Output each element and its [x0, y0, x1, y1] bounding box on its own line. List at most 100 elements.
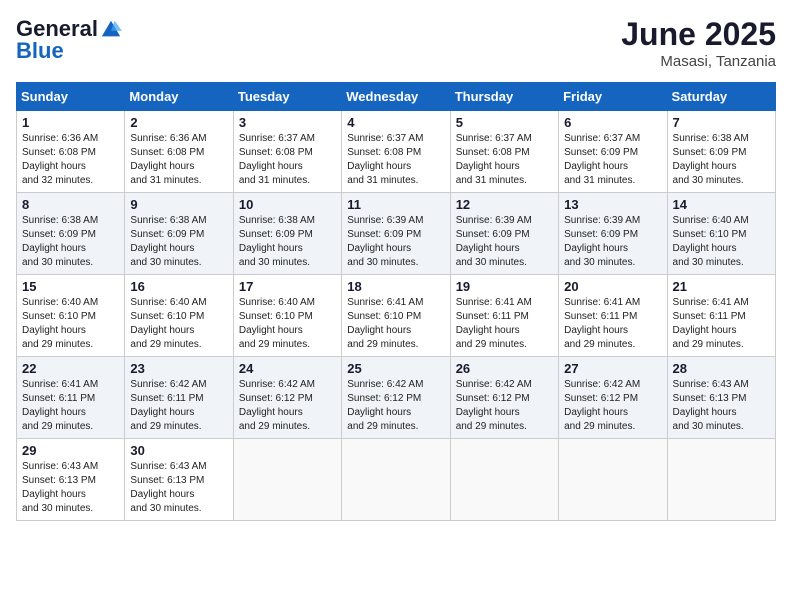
cell-info: Sunrise: 6:43 AMSunset: 6:13 PMDaylight … — [130, 461, 206, 514]
table-row: 24 Sunrise: 6:42 AMSunset: 6:12 PMDayligh… — [233, 357, 341, 439]
location: Masasi, Tanzania — [621, 53, 776, 70]
cell-info: Sunrise: 6:39 AMSunset: 6:09 PMDaylight … — [456, 215, 532, 268]
month-year: June 2025 — [621, 16, 776, 53]
table-row: 2 Sunrise: 6:36 AMSunset: 6:08 PMDaylight… — [125, 111, 233, 193]
cell-info: Sunrise: 6:38 AMSunset: 6:09 PMDaylight … — [130, 215, 206, 268]
col-wednesday: Wednesday — [342, 83, 450, 111]
day-number: 30 — [130, 443, 227, 458]
cell-info: Sunrise: 6:40 AMSunset: 6:10 PMDaylight … — [673, 215, 749, 268]
logo: General Blue — [16, 16, 122, 64]
table-row: 16Sunrise: 6:40 AMSunset: 6:10 PMDayligh… — [125, 275, 233, 357]
cell-info: Sunrise: 6:36 AMSunset: 6:08 PMDaylight … — [130, 133, 206, 186]
cell-info: Sunrise: 6:39 AMSunset: 6:09 PMDaylight … — [564, 215, 640, 268]
calendar-row: 22 Sunrise: 6:41 AMSunset: 6:11 PMDayligh… — [17, 357, 776, 439]
table-row — [342, 439, 450, 521]
day-number: 8 — [22, 197, 119, 212]
day-number: 24 — [239, 361, 336, 376]
table-row: 7 Sunrise: 6:38 AMSunset: 6:09 PMDaylight… — [667, 111, 775, 193]
day-number: 18 — [347, 279, 444, 294]
table-row — [667, 439, 775, 521]
day-number: 10 — [239, 197, 336, 212]
cell-info: Sunrise: 6:37 AMSunset: 6:09 PMDaylight … — [564, 133, 640, 186]
day-number: 1 — [22, 115, 119, 130]
day-number: 28 — [673, 361, 770, 376]
day-number: 14 — [673, 197, 770, 212]
table-row: 21Sunrise: 6:41 AMSunset: 6:11 PMDayligh… — [667, 275, 775, 357]
day-number: 29 — [22, 443, 119, 458]
page-header: General Blue June 2025 Masasi, Tanzania — [16, 16, 776, 70]
cell-info: Sunrise: 6:37 AMSunset: 6:08 PMDaylight … — [239, 133, 315, 186]
day-number: 25 — [347, 361, 444, 376]
day-number: 4 — [347, 115, 444, 130]
table-row: 3 Sunrise: 6:37 AMSunset: 6:08 PMDaylight… — [233, 111, 341, 193]
table-row — [450, 439, 558, 521]
cell-info: Sunrise: 6:43 AMSunset: 6:13 PMDaylight … — [22, 461, 98, 514]
calendar-header-row: Sunday Monday Tuesday Wednesday Thursday… — [17, 83, 776, 111]
col-thursday: Thursday — [450, 83, 558, 111]
table-row: 28 Sunrise: 6:43 AMSunset: 6:13 PMDayligh… — [667, 357, 775, 439]
table-row: 18 Sunrise: 6:41 AMSunset: 6:10 PMDayligh… — [342, 275, 450, 357]
day-number: 9 — [130, 197, 227, 212]
day-number: 13 — [564, 197, 661, 212]
cell-info: Sunrise: 6:42 AMSunset: 6:12 PMDaylight … — [564, 379, 640, 432]
table-row: 9 Sunrise: 6:38 AMSunset: 6:09 PMDaylight… — [125, 193, 233, 275]
calendar-row: 29 Sunrise: 6:43 AMSunset: 6:13 PMDayligh… — [17, 439, 776, 521]
day-number: 15 — [22, 279, 119, 294]
table-row: 14 Sunrise: 6:40 AMSunset: 6:10 PMDayligh… — [667, 193, 775, 275]
calendar-table: Sunday Monday Tuesday Wednesday Thursday… — [16, 82, 776, 521]
calendar-row: 8 Sunrise: 6:38 AMSunset: 6:09 PMDaylight… — [17, 193, 776, 275]
calendar-row: 1 Sunrise: 6:36 AMSunset: 6:08 PMDaylight… — [17, 111, 776, 193]
table-row: 25 Sunrise: 6:42 AMSunset: 6:12 PMDayligh… — [342, 357, 450, 439]
col-monday: Monday — [125, 83, 233, 111]
day-number: 23 — [130, 361, 227, 376]
table-row: 20 Sunrise: 6:41 AMSunset: 6:11 PMDayligh… — [559, 275, 667, 357]
day-number: 7 — [673, 115, 770, 130]
table-row: 17 Sunrise: 6:40 AMSunset: 6:10 PMDayligh… — [233, 275, 341, 357]
table-row: 27 Sunrise: 6:42 AMSunset: 6:12 PMDayligh… — [559, 357, 667, 439]
table-row: 23 Sunrise: 6:42 AMSunset: 6:11 PMDayligh… — [125, 357, 233, 439]
cell-info: Sunrise: 6:38 AMSunset: 6:09 PMDaylight … — [673, 133, 749, 186]
cell-info: Sunrise: 6:36 AMSunset: 6:08 PMDaylight … — [22, 133, 98, 186]
day-number: 27 — [564, 361, 661, 376]
col-saturday: Saturday — [667, 83, 775, 111]
day-number: 17 — [239, 279, 336, 294]
table-row: 11 Sunrise: 6:39 AMSunset: 6:09 PMDayligh… — [342, 193, 450, 275]
table-row: 4 Sunrise: 6:37 AMSunset: 6:08 PMDaylight… — [342, 111, 450, 193]
table-row: 6 Sunrise: 6:37 AMSunset: 6:09 PMDaylight… — [559, 111, 667, 193]
cell-info: Sunrise: 6:41 AMSunset: 6:10 PMDaylight … — [347, 297, 423, 350]
col-sunday: Sunday — [17, 83, 125, 111]
table-row — [233, 439, 341, 521]
col-tuesday: Tuesday — [233, 83, 341, 111]
cell-info: Sunrise: 6:43 AMSunset: 6:13 PMDaylight … — [673, 379, 749, 432]
table-row: 19Sunrise: 6:41 AMSunset: 6:11 PMDayligh… — [450, 275, 558, 357]
cell-info: Sunrise: 6:42 AMSunset: 6:11 PMDaylight … — [130, 379, 206, 432]
day-number: 2 — [130, 115, 227, 130]
table-row: 1 Sunrise: 6:36 AMSunset: 6:08 PMDaylight… — [17, 111, 125, 193]
day-number: 6 — [564, 115, 661, 130]
day-number: 3 — [239, 115, 336, 130]
cell-info: Sunrise: 6:37 AMSunset: 6:08 PMDaylight … — [347, 133, 423, 186]
logo-icon — [100, 18, 122, 40]
table-row: 13 Sunrise: 6:39 AMSunset: 6:09 PMDayligh… — [559, 193, 667, 275]
logo-blue: Blue — [16, 38, 64, 64]
cell-info: Sunrise: 6:40 AMSunset: 6:10 PMDaylight … — [239, 297, 315, 350]
cell-info: Sunrise: 6:41 AMSunset: 6:11 PMDaylight … — [564, 297, 640, 350]
day-number: 5 — [456, 115, 553, 130]
day-number: 11 — [347, 197, 444, 212]
day-number: 22 — [22, 361, 119, 376]
table-row — [559, 439, 667, 521]
calendar-row: 15 Sunrise: 6:40 AMSunset: 6:10 PMDayligh… — [17, 275, 776, 357]
cell-info: Sunrise: 6:41 AMSunset: 6:11 PMDaylight … — [22, 379, 98, 432]
cell-info: Sunrise: 6:42 AMSunset: 6:12 PMDaylight … — [456, 379, 532, 432]
cell-info: Sunrise: 6:42 AMSunset: 6:12 PMDaylight … — [347, 379, 423, 432]
table-row: 30 Sunrise: 6:43 AMSunset: 6:13 PMDayligh… — [125, 439, 233, 521]
day-number: 26 — [456, 361, 553, 376]
day-number: 20 — [564, 279, 661, 294]
cell-info: Sunrise: 6:41 AMSunset: 6:11 PMDaylight … — [456, 297, 532, 350]
table-row: 5 Sunrise: 6:37 AMSunset: 6:08 PMDaylight… — [450, 111, 558, 193]
cell-info: Sunrise: 6:37 AMSunset: 6:08 PMDaylight … — [456, 133, 532, 186]
table-row: 22 Sunrise: 6:41 AMSunset: 6:11 PMDayligh… — [17, 357, 125, 439]
cell-info: Sunrise: 6:42 AMSunset: 6:12 PMDaylight … — [239, 379, 315, 432]
day-number: 21 — [673, 279, 770, 294]
cell-info: Sunrise: 6:39 AMSunset: 6:09 PMDaylight … — [347, 215, 423, 268]
